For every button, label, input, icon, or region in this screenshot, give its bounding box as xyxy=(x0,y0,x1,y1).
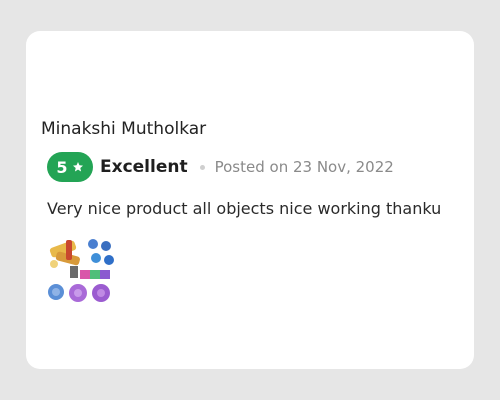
review-card: Minakshi Mutholkar 5 Excellent Posted on… xyxy=(26,31,474,369)
posted-date: Posted on 23 Nov, 2022 xyxy=(214,158,394,176)
rating-badge: 5 xyxy=(47,152,93,182)
rating-row: 5 Excellent Posted on 23 Nov, 2022 xyxy=(47,152,394,182)
star-icon xyxy=(72,161,84,173)
review-photo-thumbnail[interactable] xyxy=(46,236,116,306)
review-text: Very nice product all objects nice worki… xyxy=(47,199,442,218)
reviewer-name: Minakshi Mutholkar xyxy=(41,119,207,139)
dot-separator xyxy=(199,164,205,170)
rating-label: Excellent xyxy=(100,157,188,177)
rating-value: 5 xyxy=(56,157,68,177)
product-photo-thumbnail xyxy=(46,236,116,306)
